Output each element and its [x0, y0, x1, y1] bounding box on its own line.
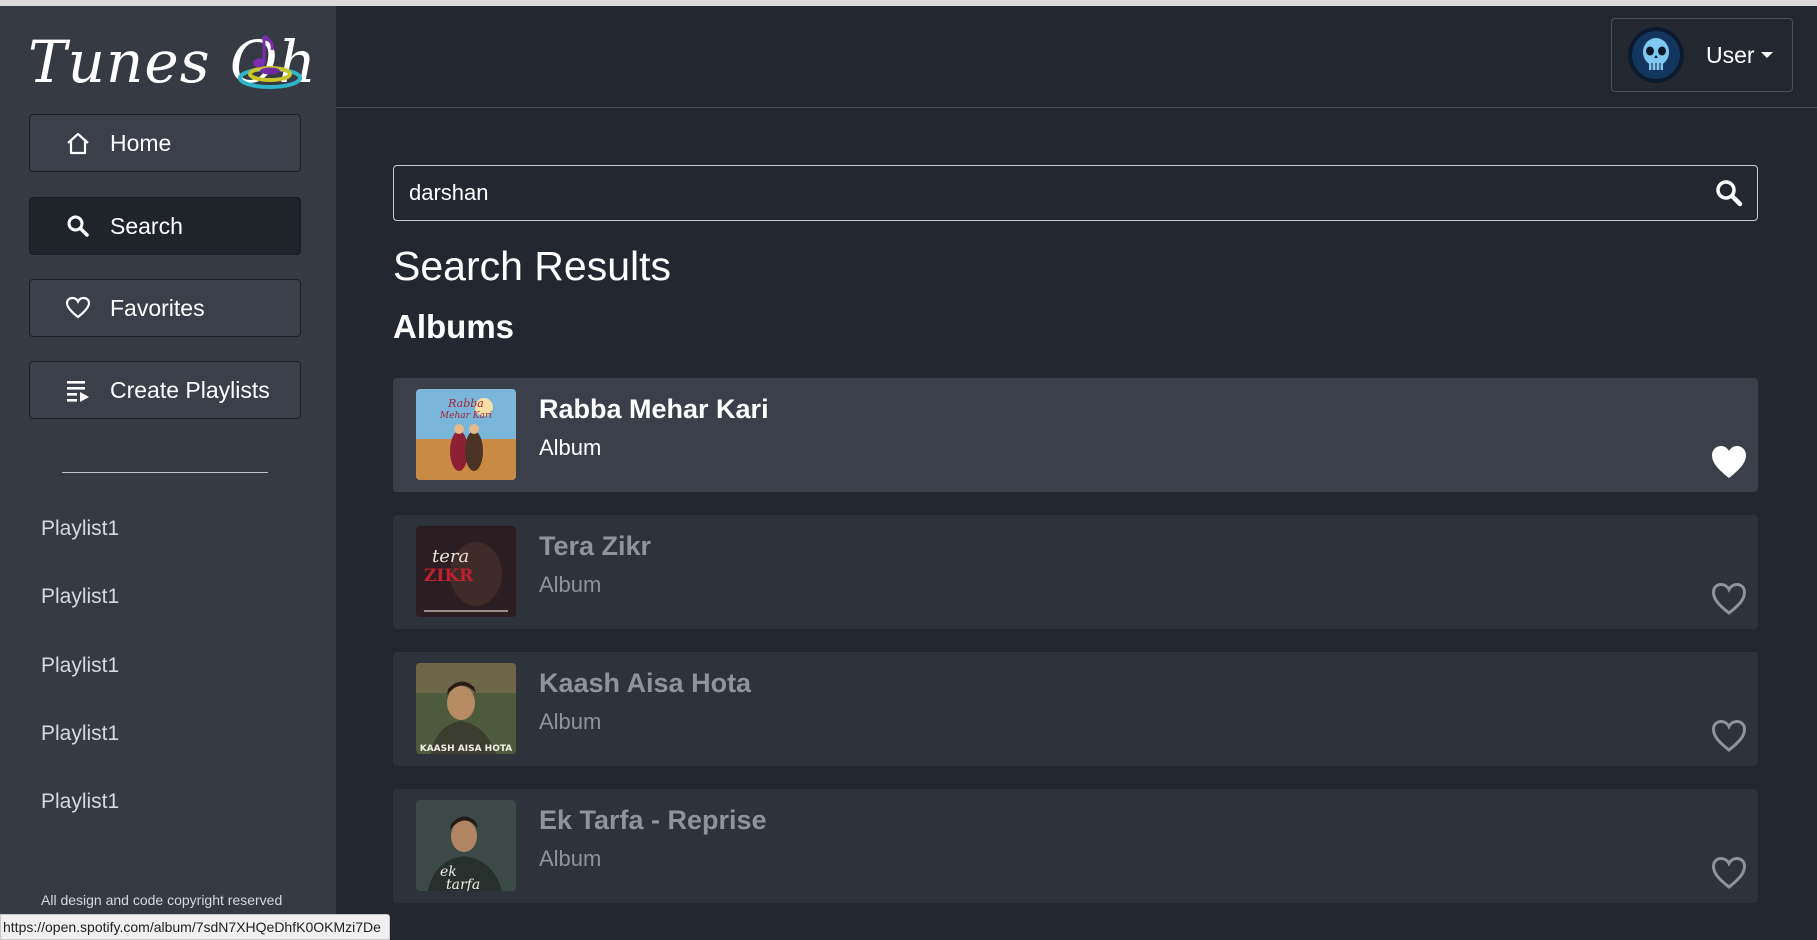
sidebar: Tunes Oh Home Search Favorites Create Pl… [0, 6, 336, 938]
album-type: Album [539, 435, 602, 460]
avatar [1628, 27, 1684, 83]
album-type: Album [539, 572, 602, 597]
svg-text:KAASH AISA HOTA: KAASH AISA HOTA [420, 744, 513, 754]
music-note-logo-icon [238, 34, 302, 89]
search-input[interactable] [394, 165, 1701, 221]
nav-create-playlists-button[interactable]: Create Playlists [29, 361, 301, 419]
album-row[interactable]: KAASH AISA HOTA Kaash Aisa Hota Album [393, 652, 1758, 766]
home-icon [64, 129, 92, 157]
search-bar [393, 165, 1758, 221]
chevron-down-icon [1760, 52, 1773, 58]
album-name: Rabba Mehar Kari [539, 394, 769, 424]
playlist-add-icon [64, 376, 92, 404]
album-type: Album [539, 709, 602, 734]
brand-logo[interactable]: Tunes Oh [26, 24, 316, 96]
album-name: Kaash Aisa Hota [539, 668, 752, 698]
nav-search-button[interactable]: Search [29, 197, 301, 255]
search-results-title: Search Results [393, 243, 672, 289]
heart-icon [64, 294, 92, 322]
svg-text:Mehar Kari: Mehar Kari [439, 411, 492, 421]
search-icon [64, 212, 92, 240]
search-submit-icon[interactable] [1701, 166, 1757, 220]
nav-home-button[interactable]: Home [29, 114, 301, 172]
nav-search-label: Search [110, 212, 183, 239]
album-cover-image: tera ZIKR [416, 526, 516, 617]
svg-text:tarfa: tarfa [446, 877, 480, 891]
svg-text:ZIKR: ZIKR [424, 566, 474, 586]
svg-text:Rabba: Rabba [447, 397, 484, 410]
album-type: Album [539, 846, 602, 871]
copyright-text: All design and code copyright reserved [41, 892, 283, 908]
nav-favorites-button[interactable]: Favorites [29, 279, 301, 337]
nav-favorites-label: Favorites [110, 294, 205, 321]
album-cover-image: KAASH AISA HOTA [416, 663, 516, 754]
album-cover-image: ek tarfa [416, 800, 516, 891]
user-label: User [1706, 41, 1755, 68]
album-row[interactable]: Rabba Mehar Kari Rabba Mehar Kari Album [393, 378, 1758, 492]
sidebar-playlist-item[interactable]: Playlist1 [41, 790, 119, 814]
album-row[interactable]: tera ZIKR Tera Zikr Album [393, 515, 1758, 629]
albums-section-title: Albums [393, 308, 515, 345]
heart-outline-icon[interactable] [1710, 855, 1748, 891]
svg-text:tera: tera [432, 546, 469, 567]
nav-create-playlists-label: Create Playlists [110, 376, 270, 403]
sidebar-playlist-item[interactable]: Playlist1 [41, 722, 119, 746]
nav-home-label: Home [110, 129, 172, 156]
album-row[interactable]: ek tarfa Ek Tarfa - Reprise Album [393, 789, 1758, 903]
sidebar-playlist-item[interactable]: Playlist1 [41, 517, 119, 541]
link-preview-status: https://open.spotify.com/album/7sdN7XHQe… [0, 914, 390, 940]
album-cover-image: Rabba Mehar Kari [416, 389, 516, 480]
user-menu-button[interactable]: User [1611, 18, 1793, 92]
sidebar-playlist-item[interactable]: Playlist1 [41, 654, 119, 678]
sidebar-playlist-item[interactable]: Playlist1 [41, 585, 119, 609]
heart-outline-icon[interactable] [1710, 581, 1748, 617]
heart-filled-icon[interactable] [1710, 444, 1748, 480]
top-header [336, 6, 1817, 108]
heart-outline-icon[interactable] [1710, 718, 1748, 754]
sidebar-divider [62, 472, 268, 473]
album-name: Tera Zikr [539, 531, 652, 561]
album-name: Ek Tarfa - Reprise [539, 805, 767, 835]
